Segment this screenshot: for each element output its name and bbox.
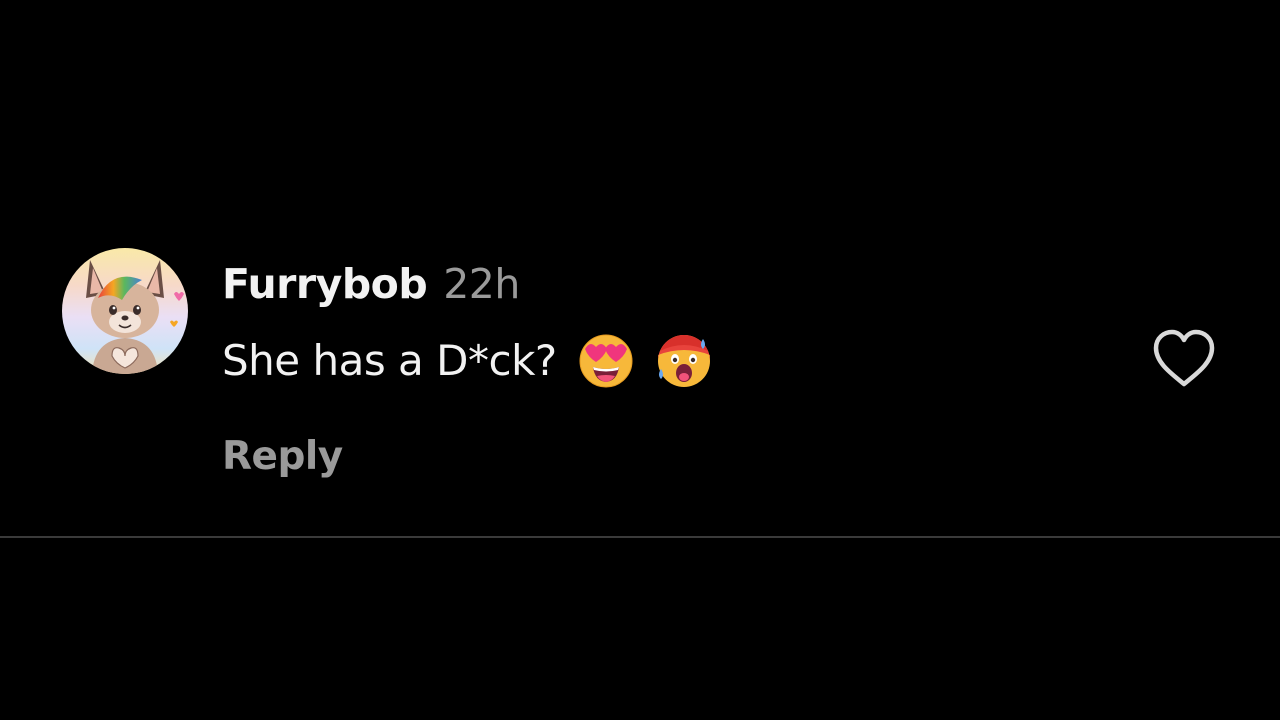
comment-item: Furrybob 22h She has a D*ck? Reply — [0, 0, 1280, 720]
comment-header: Furrybob 22h — [222, 260, 520, 316]
comment-body: She has a D*ck? — [222, 335, 557, 385]
shocked-hot-face-emoji-icon — [655, 331, 713, 389]
user-avatar[interactable] — [62, 248, 188, 374]
reply-button[interactable]: Reply — [222, 434, 343, 479]
username-link[interactable]: Furrybob — [222, 260, 428, 308]
comment-text-row: She has a D*ck? — [222, 330, 713, 390]
fox-avatar-image — [62, 248, 188, 374]
heart-outline-icon — [1153, 329, 1215, 387]
comment-timestamp: 22h — [443, 260, 520, 308]
heart-eyes-emoji-icon — [577, 331, 635, 389]
like-button[interactable] — [1150, 328, 1218, 390]
comment-divider — [0, 536, 1280, 538]
